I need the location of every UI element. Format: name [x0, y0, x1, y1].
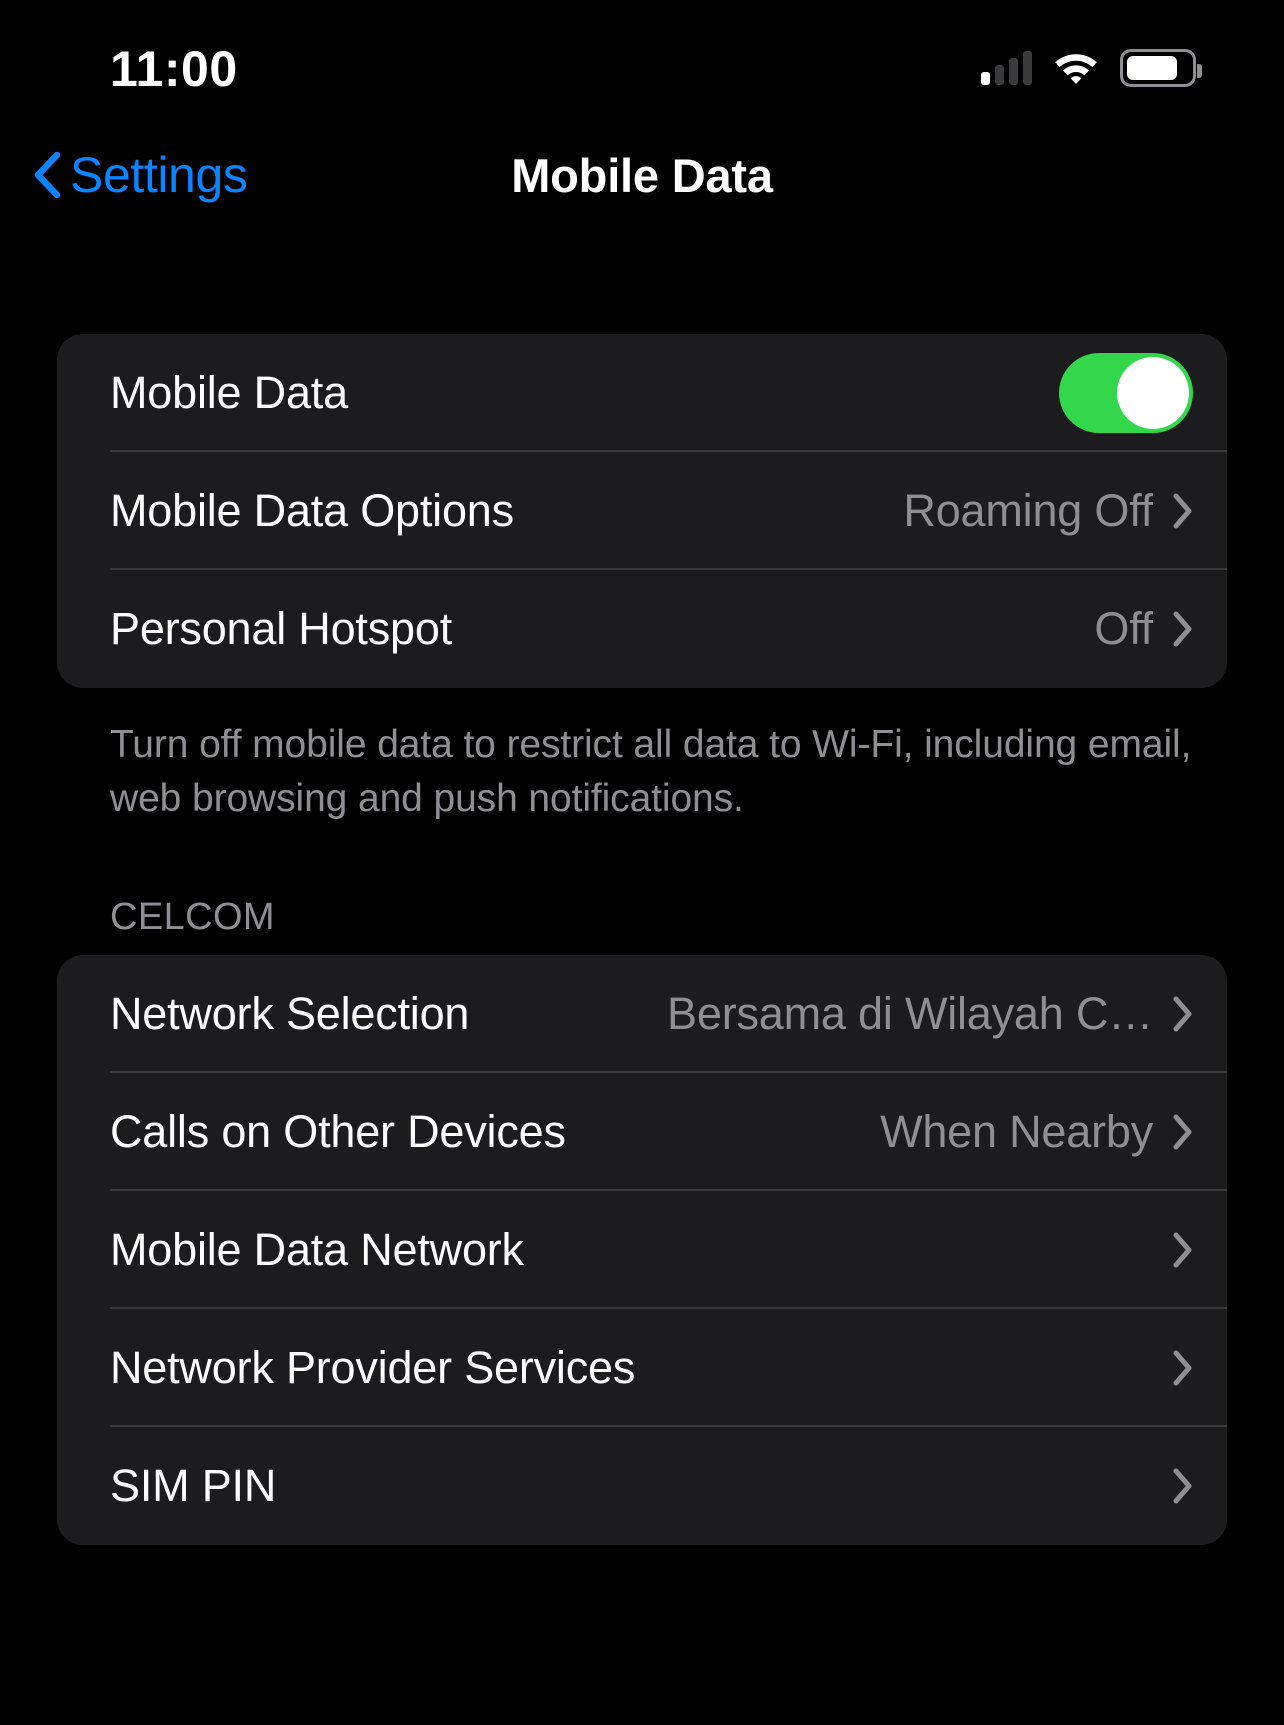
mobile-data-toggle[interactable] [1059, 353, 1193, 433]
chevron-right-icon [1173, 493, 1193, 529]
row-personal-hotspot[interactable]: Personal Hotspot Off [57, 570, 1227, 688]
row-label: Network Selection [110, 988, 470, 1039]
row-label: SIM PIN [110, 1460, 277, 1511]
chevron-right-icon [1173, 1350, 1193, 1386]
chevron-right-icon [1173, 996, 1193, 1032]
row-label: Mobile Data Network [110, 1224, 524, 1275]
row-value: Roaming Off [903, 485, 1153, 536]
row-label: Personal Hotspot [110, 603, 452, 654]
row-network-provider-services[interactable]: Network Provider Services [57, 1309, 1227, 1427]
row-accessory [1153, 1232, 1193, 1268]
row-network-selection[interactable]: Network Selection Bersama di Wilayah C… [57, 955, 1227, 1073]
toggle-knob [1117, 357, 1189, 429]
group-header-celcom: CELCOM [110, 896, 275, 938]
battery-icon [1120, 49, 1202, 87]
row-calls-on-other-devices[interactable]: Calls on Other Devices When Nearby [57, 1073, 1227, 1191]
row-label: Mobile Data Options [110, 485, 514, 536]
chevron-right-icon [1173, 1232, 1193, 1268]
settings-group-celcom: Network Selection Bersama di Wilayah C… … [57, 955, 1227, 1545]
chevron-right-icon [1173, 1114, 1193, 1150]
navigation-bar: Settings Mobile Data [0, 120, 1284, 230]
row-sim-pin[interactable]: SIM PIN [57, 1427, 1227, 1545]
settings-content: Mobile Data Mobile Data Options Roaming … [0, 230, 1284, 1545]
chevron-right-icon [1173, 611, 1193, 647]
row-mobile-data-options[interactable]: Mobile Data Options Roaming Off [57, 452, 1227, 570]
status-bar: 11:00 [0, 0, 1284, 120]
row-accessory [1153, 1350, 1193, 1386]
row-accessory: Bersama di Wilayah C… [667, 988, 1193, 1040]
row-mobile-data[interactable]: Mobile Data [57, 334, 1227, 452]
status-bar-clock: 11:00 [110, 41, 238, 97]
row-accessory: Roaming Off [903, 485, 1193, 537]
row-accessory [1153, 1468, 1193, 1504]
chevron-right-icon [1173, 1468, 1193, 1504]
status-bar-indicators [981, 44, 1202, 92]
row-value: Off [1094, 603, 1153, 654]
row-value: Bersama di Wilayah C… [667, 988, 1153, 1039]
cellular-signal-icon [981, 51, 1032, 85]
row-mobile-data-network[interactable]: Mobile Data Network [57, 1191, 1227, 1309]
battery-fill [1127, 56, 1178, 80]
row-label: Calls on Other Devices [110, 1106, 566, 1157]
row-accessory [1059, 353, 1193, 433]
row-label: Mobile Data [110, 367, 348, 418]
row-accessory: When Nearby [880, 1106, 1193, 1158]
settings-group-general: Mobile Data Mobile Data Options Roaming … [57, 334, 1227, 688]
row-value: When Nearby [880, 1106, 1153, 1157]
group-footer-text: Turn off mobile data to restrict all dat… [110, 723, 1192, 820]
wifi-icon [1054, 51, 1098, 85]
page-title: Mobile Data [511, 148, 773, 202]
row-label: Network Provider Services [110, 1342, 636, 1393]
row-accessory: Off [1094, 603, 1193, 655]
